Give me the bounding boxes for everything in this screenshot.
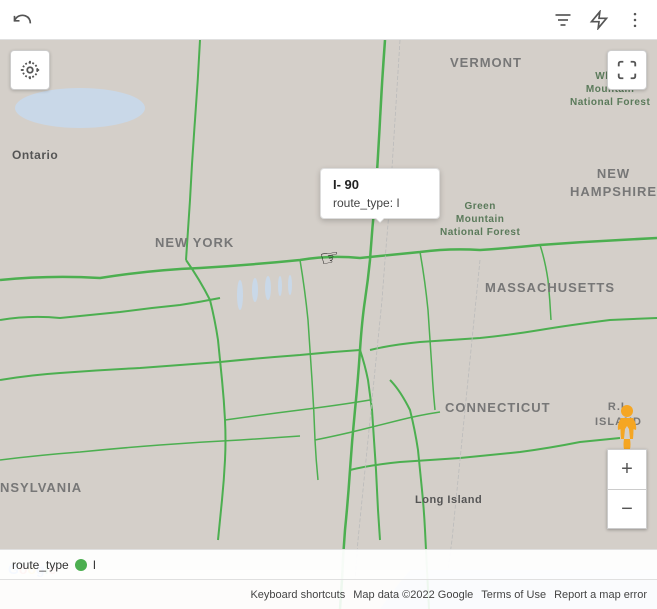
toolbar-right bbox=[551, 8, 647, 32]
legend-dot bbox=[75, 559, 87, 571]
undo-button[interactable] bbox=[10, 8, 34, 32]
filter-icon[interactable] bbox=[551, 8, 575, 32]
report-link[interactable]: Report a map error bbox=[554, 589, 647, 601]
map-container: VERMONT NEWHAMPSHIRE NEW YORK MASSACHUSE… bbox=[0, 0, 657, 609]
legend-label: route_type bbox=[12, 558, 69, 572]
locate-button[interactable] bbox=[10, 50, 50, 90]
bottom-bar-right: Keyboard shortcuts Map data ©2022 Google… bbox=[250, 589, 647, 601]
more-options-icon[interactable] bbox=[623, 8, 647, 32]
toolbar bbox=[0, 0, 657, 40]
tooltip-route-label: route_type: bbox=[333, 196, 393, 210]
lightning-icon[interactable] bbox=[587, 8, 611, 32]
zoom-controls: + − bbox=[607, 449, 647, 529]
toolbar-left bbox=[10, 8, 34, 32]
map-svg bbox=[0, 0, 657, 609]
tooltip-route-value: I bbox=[396, 196, 399, 210]
zoom-in-button[interactable]: + bbox=[607, 449, 647, 489]
bottom-bar: Keyboard shortcuts Map data ©2022 Google… bbox=[0, 579, 657, 609]
map-data-text: Map data ©2022 Google bbox=[353, 589, 473, 601]
keyboard-shortcuts-link[interactable]: Keyboard shortcuts bbox=[250, 589, 345, 601]
zoom-out-button[interactable]: − bbox=[607, 489, 647, 529]
terms-link[interactable]: Terms of Use bbox=[481, 589, 546, 601]
tooltip-route: route_type: I bbox=[333, 196, 427, 210]
tooltip-title: I- 90 bbox=[333, 177, 427, 192]
fullscreen-button[interactable] bbox=[607, 50, 647, 90]
pegman-streetview[interactable] bbox=[607, 404, 647, 454]
map-tooltip: I- 90 route_type: I bbox=[320, 168, 440, 219]
legend-value: I bbox=[93, 558, 96, 572]
legend-bar: route_type I bbox=[0, 549, 657, 579]
